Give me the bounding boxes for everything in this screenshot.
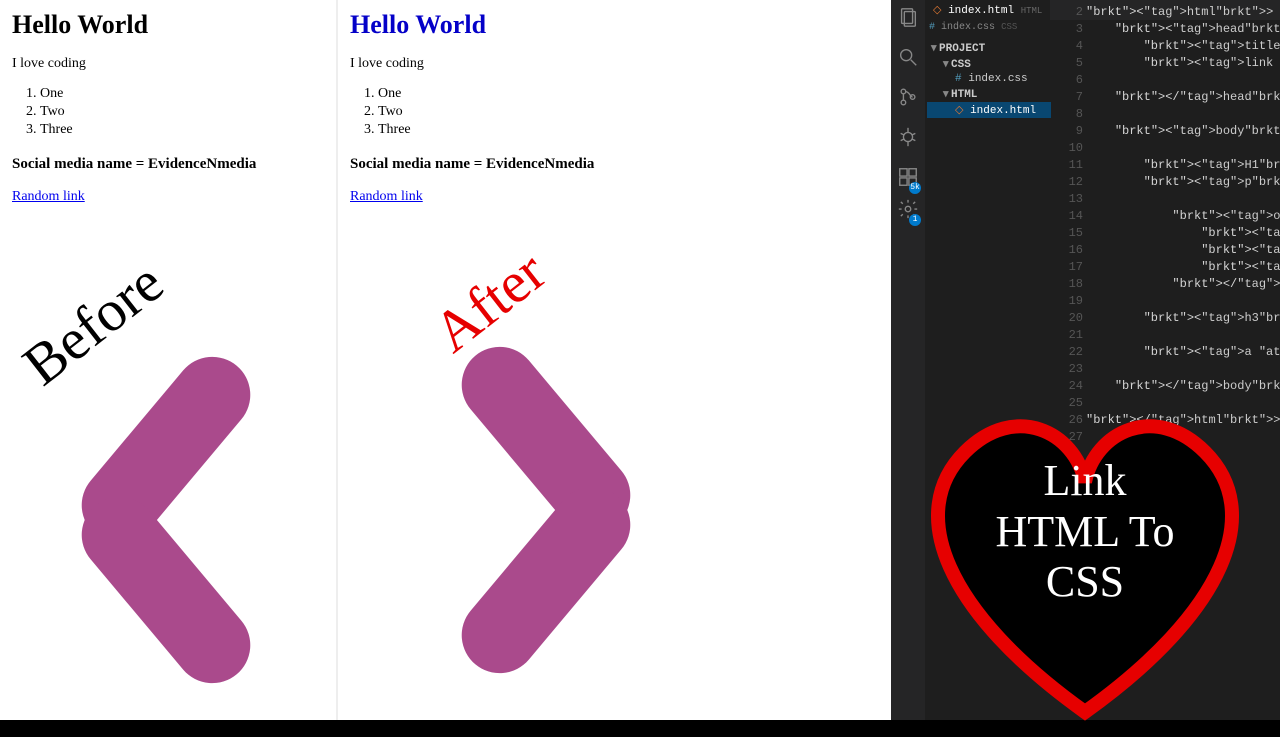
code-line[interactable]: "brkt"></"tag">body"brkt">> xyxy=(1086,378,1280,395)
code-line[interactable] xyxy=(1086,395,1280,412)
gear-icon[interactable]: 1 xyxy=(897,198,919,224)
debug-icon[interactable] xyxy=(897,126,919,152)
code-line[interactable]: "brkt"><"tag">h3"brkt">>Social media na xyxy=(1086,310,1280,327)
list-item: Three xyxy=(378,122,866,138)
line-gutter: 2345678910111213141516171819202122232425… xyxy=(1059,4,1083,446)
after-social: Social media name = EvidenceNmedia xyxy=(350,156,866,173)
code-line[interactable]: "brkt"></"tag">html"brkt">> xyxy=(1086,412,1280,429)
css-file-icon: # xyxy=(929,22,935,33)
breadcrumb-label: index.css xyxy=(941,22,995,33)
source-control-icon[interactable] xyxy=(897,86,919,112)
extensions-icon[interactable]: 5k xyxy=(897,166,919,192)
tree-file-index-css[interactable]: # index.css xyxy=(927,72,1051,86)
before-link[interactable]: Random link xyxy=(12,189,85,204)
after-link[interactable]: Random link xyxy=(350,189,423,204)
extension-badge: 5k xyxy=(909,182,921,194)
left-angle-bracket-icon xyxy=(28,370,288,690)
right-angle-bracket-icon xyxy=(438,360,698,680)
code-line[interactable] xyxy=(1086,191,1280,208)
code-line[interactable] xyxy=(1086,327,1280,344)
tree-project-root[interactable]: ▾PROJECT xyxy=(927,40,1051,56)
tree-folder-html[interactable]: ▾HTML xyxy=(927,86,1051,102)
tab-label: index.html xyxy=(948,5,1014,17)
code-line[interactable] xyxy=(1086,140,1280,157)
code-line[interactable]: "brkt"><"tag">title"brkt">>Web page tit xyxy=(1086,38,1280,55)
code-line[interactable]: "brkt"></"tag">head"brkt">> xyxy=(1086,89,1280,106)
before-panel: Hello World I love coding One Two Three … xyxy=(0,0,338,720)
list-item: Three xyxy=(40,122,324,138)
list-item: One xyxy=(40,86,324,102)
html-file-icon: ◇ xyxy=(933,5,941,17)
code-line[interactable]: "brkt"><"tag">li"brkt">>Three</ xyxy=(1086,259,1280,276)
after-panel: Hello World I love coding One Two Three … xyxy=(338,0,878,720)
code-line[interactable] xyxy=(1086,72,1280,89)
code-line[interactable] xyxy=(1086,361,1280,378)
after-list: One Two Three xyxy=(378,86,866,138)
code-line[interactable]: "brkt"><"tag">li"brkt">>One"brkt"></"tag… xyxy=(1086,225,1280,242)
tab-index-html[interactable]: ◇ index.html HTML xyxy=(925,0,1050,20)
tree-folder-css[interactable]: ▾CSS xyxy=(927,56,1051,72)
code-line[interactable]: "brkt"><"tag">a "attr">href="#""brkt">>R… xyxy=(1086,344,1280,361)
before-heading: Hello World xyxy=(12,10,324,40)
settings-badge: 1 xyxy=(909,214,921,226)
list-item: One xyxy=(378,86,866,102)
tree-file-index-html[interactable]: ◇ index.html xyxy=(927,102,1051,118)
code-line[interactable]: "brkt"><"tag">html"brkt">> xyxy=(1086,4,1280,21)
code-editor-panel: ◇ index.html HTML # index.css CSS ▾PROJE… xyxy=(891,0,1280,720)
panel-divider xyxy=(878,0,891,720)
activity-bar: 5k 1 xyxy=(891,0,925,720)
code-line[interactable]: "brkt"><"tag">head"brkt">> xyxy=(1086,21,1280,38)
code-area[interactable]: "brkt"><"tag">html"brkt">> "brkt"><"tag"… xyxy=(1086,0,1280,429)
after-paragraph: I love coding xyxy=(350,56,866,72)
code-line[interactable] xyxy=(1086,293,1280,310)
code-line[interactable]: "brkt"></"tag">ol"brkt">> xyxy=(1086,276,1280,293)
code-line[interactable]: "brkt"><"tag">H1"brkt">>Hello World"brkt… xyxy=(1086,157,1280,174)
list-item: Two xyxy=(40,104,324,120)
tab-type: HTML xyxy=(1021,6,1043,16)
list-item: Two xyxy=(378,104,866,120)
search-icon[interactable] xyxy=(897,46,919,72)
code-line[interactable]: "brkt"><"tag">li"brkt">>Two"brkt"></"tag… xyxy=(1086,242,1280,259)
after-label: After xyxy=(420,237,558,365)
breadcrumb-type: CSS xyxy=(1001,22,1017,32)
code-line[interactable]: "brkt"><"tag">p"brkt">>I love coding"brk… xyxy=(1086,174,1280,191)
before-list: One Two Three xyxy=(40,86,324,138)
code-line[interactable]: "brkt"><"tag">ol"brkt">> xyxy=(1086,208,1280,225)
before-paragraph: I love coding xyxy=(12,56,324,72)
code-line[interactable] xyxy=(1086,106,1280,123)
code-line[interactable]: "brkt"><"tag">link "attr">href= "C:\User xyxy=(1086,55,1280,72)
files-icon[interactable] xyxy=(897,6,919,32)
before-social: Social media name = EvidenceNmedia xyxy=(12,156,324,173)
after-heading: Hello World xyxy=(350,10,866,40)
code-line[interactable]: "brkt"><"tag">body"brkt">> xyxy=(1086,123,1280,140)
